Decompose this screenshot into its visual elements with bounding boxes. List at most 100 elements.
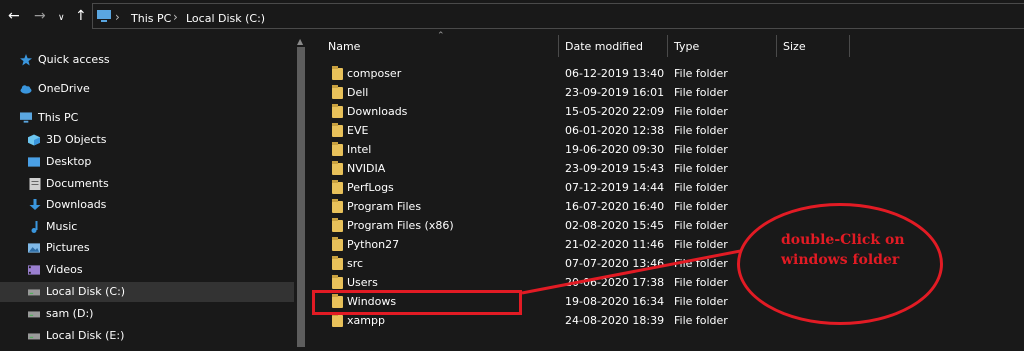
sidebar-item-label: Videos — [46, 263, 83, 276]
download-icon — [29, 199, 41, 210]
sidebar-item-label: This PC — [38, 111, 79, 124]
breadcrumb-this-pc[interactable]: This PC — [131, 12, 171, 25]
file-type: File folder — [674, 257, 728, 270]
sidebar-item-documents[interactable]: Documents — [0, 174, 294, 194]
file-type: File folder — [674, 314, 728, 327]
file-type: File folder — [674, 162, 728, 175]
sidebar-item-sam-d[interactable]: sam (D:) — [0, 304, 294, 324]
table-row[interactable]: Dell 23-09-2019 16:01 File folder — [318, 83, 838, 102]
column-divider[interactable] — [776, 35, 777, 57]
file-name: NVIDIA — [347, 162, 386, 175]
file-date: 15-05-2020 22:09 — [565, 105, 665, 118]
sidebar-item-this-pc[interactable]: This PC — [0, 108, 294, 128]
drive-icon — [28, 311, 40, 318]
file-name: xampp — [347, 314, 385, 327]
sidebar-item-pictures[interactable]: Pictures — [0, 238, 294, 258]
file-date: 07-07-2020 13:46 — [565, 257, 665, 270]
file-name: Program Files (x86) — [347, 219, 454, 232]
star-icon — [20, 54, 32, 66]
table-row[interactable]: PerfLogs 07-12-2019 14:44 File folder — [318, 178, 838, 197]
sidebar-item-local-disk-c[interactable]: Local Disk (C:) — [0, 282, 294, 302]
file-name: Python27 — [347, 238, 400, 251]
computer-icon — [97, 10, 111, 22]
table-row[interactable]: Program Files 16-07-2020 16:40 File folder — [318, 197, 838, 216]
table-row[interactable]: Intel 19-06-2020 09:30 File folder — [318, 140, 838, 159]
chevron-down-icon[interactable]: ∨ — [58, 10, 65, 26]
forward-arrow-icon[interactable]: → — [34, 8, 46, 24]
back-arrow-icon[interactable]: ← — [8, 8, 20, 24]
sidebar-scrollbar[interactable]: ▲ — [295, 37, 307, 347]
sidebar-item-label: sam (D:) — [46, 307, 94, 320]
table-row[interactable]: composer 06-12-2019 13:40 File folder — [318, 64, 838, 83]
file-name: Dell — [347, 86, 369, 99]
file-date: 06-12-2019 13:40 — [565, 67, 665, 80]
folder-icon — [332, 66, 343, 80]
document-icon — [29, 178, 41, 190]
sidebar-item-music[interactable]: Music — [0, 217, 294, 237]
file-name: composer — [347, 67, 402, 80]
file-name: Program Files — [347, 200, 422, 213]
music-icon — [31, 221, 38, 233]
breadcrumb-separator-icon: › — [115, 10, 120, 24]
scroll-up-icon[interactable]: ▲ — [297, 37, 303, 46]
sidebar-item-videos[interactable]: Videos — [0, 260, 294, 280]
navigation-bar: ← → ∨ ↑ › This PC › Local Disk (C:) — [0, 0, 1024, 33]
table-row[interactable]: Downloads 15-05-2020 22:09 File folder — [318, 102, 838, 121]
file-date: 02-08-2020 15:45 — [565, 219, 665, 232]
sidebar-item-3d-objects[interactable]: 3D Objects — [0, 130, 294, 150]
picture-icon — [28, 243, 40, 253]
breadcrumb-separator-icon: › — [173, 10, 178, 24]
file-type: File folder — [674, 238, 728, 251]
desktop-icon — [28, 157, 40, 167]
cube-icon — [28, 134, 40, 146]
file-date: 20-06-2020 17:38 — [565, 276, 665, 289]
address-bar[interactable]: › This PC › Local Disk (C:) — [92, 3, 1024, 29]
sidebar-item-onedrive[interactable]: OneDrive — [0, 79, 294, 99]
table-row[interactable]: NVIDIA 23-09-2019 15:43 File folder — [318, 159, 838, 178]
column-header-type[interactable]: Type — [674, 34, 699, 60]
column-header-name[interactable]: Name — [328, 34, 360, 60]
sidebar-item-label: Music — [46, 220, 78, 233]
sidebar-item-label: Local Disk (E:) — [46, 329, 125, 342]
video-icon — [28, 265, 40, 275]
computer-icon — [20, 112, 32, 123]
sidebar-item-downloads[interactable]: Downloads — [0, 195, 294, 215]
sidebar-item-label: 3D Objects — [46, 133, 107, 146]
column-header-date-modified[interactable]: Date modified — [565, 34, 643, 60]
sidebar-item-local-disk-e[interactable]: Local Disk (E:) — [0, 326, 294, 346]
file-type: File folder — [674, 124, 728, 137]
sidebar-item-quick-access[interactable]: Quick access — [0, 50, 294, 70]
folder-icon — [332, 313, 343, 327]
drive-icon — [28, 333, 40, 340]
file-type: File folder — [674, 276, 728, 289]
sidebar-item-label: Local Disk (C:) — [46, 285, 126, 298]
sidebar-item-label: Downloads — [46, 198, 107, 211]
file-type: File folder — [674, 295, 728, 308]
cloud-icon — [20, 85, 32, 94]
column-header-size[interactable]: Size — [783, 34, 806, 60]
file-type: File folder — [674, 181, 728, 194]
file-name: Intel — [347, 143, 372, 156]
file-date: 23-09-2019 16:01 — [565, 86, 665, 99]
file-date: 23-09-2019 15:43 — [565, 162, 665, 175]
file-name: Downloads — [347, 105, 408, 118]
column-divider[interactable] — [558, 35, 559, 57]
sidebar-item-label: Documents — [46, 177, 109, 190]
folder-icon — [332, 142, 343, 156]
up-arrow-icon[interactable]: ↑ — [75, 8, 87, 24]
file-type: File folder — [674, 143, 728, 156]
sort-ascending-icon: ⌃ — [437, 31, 445, 41]
scrollbar-thumb[interactable] — [297, 47, 305, 347]
column-divider[interactable] — [667, 35, 668, 57]
column-divider[interactable] — [849, 35, 850, 57]
folder-icon — [332, 237, 343, 251]
breadcrumb-local-disk-c[interactable]: Local Disk (C:) — [186, 12, 265, 25]
file-name: EVE — [347, 124, 369, 137]
file-type: File folder — [674, 105, 728, 118]
folder-icon — [332, 199, 343, 213]
table-row[interactable]: EVE 06-01-2020 12:38 File folder — [318, 121, 838, 140]
folder-icon — [332, 85, 343, 99]
annotation-text: double-Click on windows folder — [781, 232, 905, 268]
sidebar-item-desktop[interactable]: Desktop — [0, 152, 294, 172]
file-type: File folder — [674, 67, 728, 80]
